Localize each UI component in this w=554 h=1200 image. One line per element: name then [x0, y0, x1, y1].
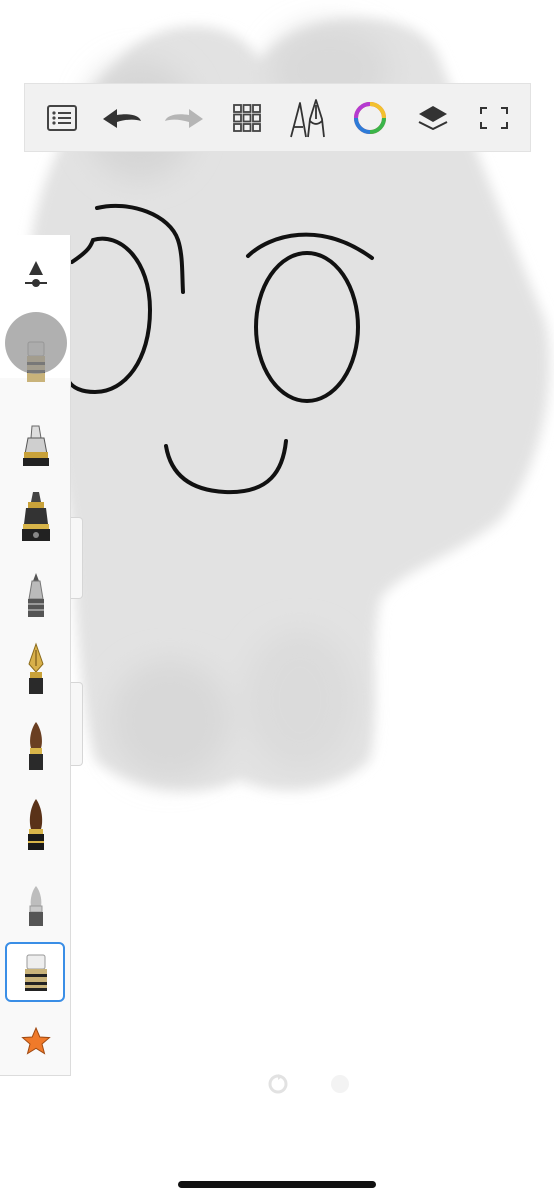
cloud-icon[interactable]	[328, 1072, 352, 1096]
menu-list-icon[interactable]	[40, 96, 84, 140]
palette-tab-handle[interactable]	[70, 517, 83, 599]
top-toolbar	[24, 83, 531, 152]
redo-icon[interactable]	[162, 96, 206, 140]
brush-size-indicator[interactable]	[5, 312, 67, 374]
sync-icon[interactable]	[266, 1072, 290, 1096]
palette-tab-handle[interactable]	[70, 682, 83, 766]
layers-icon[interactable]	[411, 96, 455, 140]
paint-brush-icon[interactable]	[14, 717, 58, 777]
eraser-brush-icon[interactable]	[14, 942, 58, 1002]
grid-icon[interactable]	[225, 96, 269, 140]
color-wheel-icon[interactable]	[348, 96, 392, 140]
brush-size-slider-icon[interactable]	[14, 253, 58, 297]
favorites-star-icon[interactable]	[14, 1011, 58, 1071]
fullscreen-icon[interactable]	[472, 96, 516, 140]
home-indicator[interactable]	[178, 1181, 376, 1188]
fountain-pen-brush-icon[interactable]	[14, 640, 58, 700]
ballpoint-pen-brush-icon[interactable]	[14, 565, 58, 625]
brush-palette	[0, 235, 83, 1076]
drawing-canvas[interactable]	[0, 0, 554, 1200]
undo-icon[interactable]	[100, 96, 144, 140]
ink-pen-brush-icon[interactable]	[14, 486, 58, 546]
marker-brush-icon[interactable]	[14, 415, 58, 475]
brush-library-icon[interactable]	[286, 96, 330, 140]
ink-brush-icon[interactable]	[14, 795, 58, 855]
pencil-brush-icon[interactable]	[14, 877, 58, 937]
